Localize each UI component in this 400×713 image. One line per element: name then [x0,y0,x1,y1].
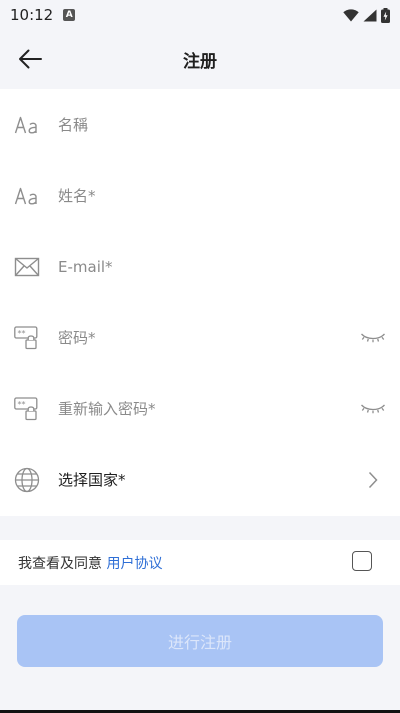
battery-icon [381,7,390,23]
svg-text:**: ** [18,400,26,409]
page-title: 注册 [183,51,217,72]
back-button[interactable] [14,44,46,74]
confirm-password-row: ** [0,373,400,444]
font-aa-icon [14,113,40,137]
signal-icon [363,9,377,21]
app-header: 注册 [0,30,400,88]
password-lock-icon: ** [14,396,40,421]
envelope-icon [14,255,40,279]
status-left: 10:12 A [10,6,76,24]
registration-form: ** ** [0,89,400,516]
wifi-icon [343,8,359,21]
eye-closed-icon[interactable] [360,399,386,419]
agreement-row: 我查看及同意 用户协议 [0,540,400,585]
password-lock-icon: ** [14,325,40,350]
email-row [0,231,400,302]
status-time: 10:12 [10,6,54,24]
password-row: ** [0,302,400,373]
chevron-right-icon [360,470,386,490]
arrow-left-icon [19,49,42,69]
nickname-row [0,89,400,160]
user-agreement-link[interactable]: 用户协议 [106,556,162,572]
confirm-password-input[interactable] [58,393,348,424]
notification-a-icon: A [63,9,76,21]
agreement-prefix: 我查看及同意 [18,555,107,572]
svg-text:**: ** [18,329,26,338]
nickname-input[interactable] [58,109,348,140]
agreement-checkbox[interactable] [352,551,372,571]
register-button[interactable]: 进行注册 [17,615,383,667]
globe-icon [14,467,40,492]
full-name-input[interactable] [58,180,348,211]
agreement-text: 我查看及同意 用户协议 [18,553,162,573]
country-label: 选择国家* [58,471,126,489]
font-aa-icon [14,184,40,208]
password-input[interactable] [58,322,348,353]
status-bar: 10:12 A [0,0,400,30]
country-selector[interactable]: 选择国家* [0,444,400,515]
status-icons [343,7,390,23]
eye-closed-icon[interactable] [360,328,386,348]
email-input[interactable] [58,251,348,282]
full-name-row [0,160,400,231]
